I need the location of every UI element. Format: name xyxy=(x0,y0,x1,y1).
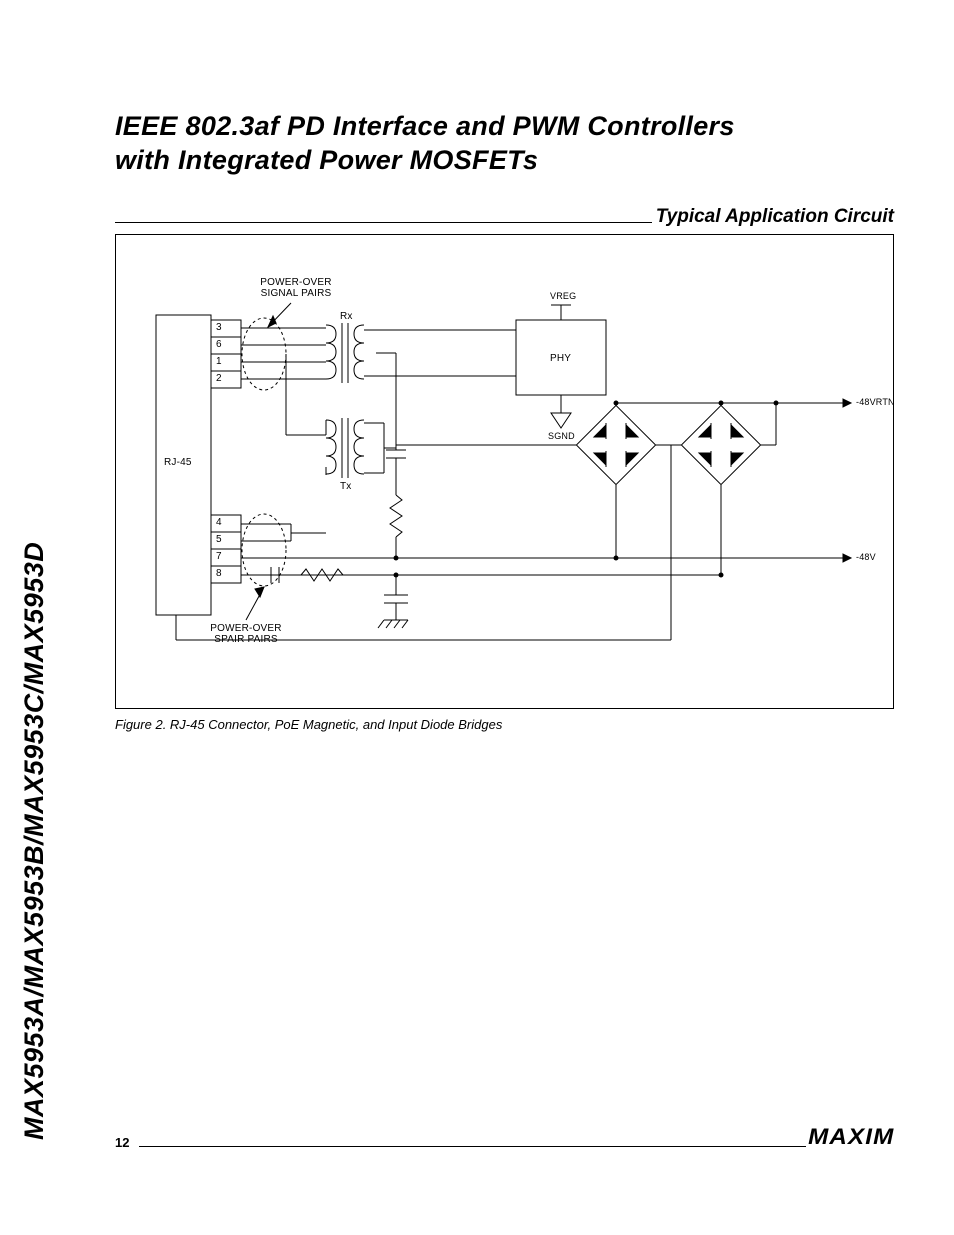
section-header-row: Typical Application Circuit xyxy=(115,206,894,228)
spare-pairs-l2: SPAIR PAIRS xyxy=(214,634,278,645)
pin-2: 2 xyxy=(216,373,222,384)
pin-1: 1 xyxy=(216,356,222,367)
rx-label: Rx xyxy=(340,311,353,322)
figure-schematic: RJ-45 3 6 1 2 4 5 7 8 POWER-OVER SIGNAL … xyxy=(115,234,894,709)
figure-caption: Figure 2. RJ-45 Connector, PoE Magnetic,… xyxy=(115,717,894,732)
rail-rtn-label: -48VRTN xyxy=(856,397,894,407)
pin-8: 8 xyxy=(216,568,222,579)
page-number: 12 xyxy=(115,1135,129,1150)
title-line-2: with Integrated Power MOSFETs xyxy=(115,145,538,175)
pin-5: 5 xyxy=(216,534,222,545)
page-footer: 12 MAXIM xyxy=(115,1124,894,1150)
title-line-1: IEEE 802.3af PD Interface and PWM Contro… xyxy=(115,111,735,141)
sgnd-label: SGND xyxy=(548,431,575,441)
pin-6: 6 xyxy=(216,339,222,350)
spare-pairs-l1: POWER-OVER xyxy=(210,623,281,634)
signal-pairs-l2: SIGNAL PAIRS xyxy=(261,288,332,299)
brand-logo: MAXIM xyxy=(808,1124,894,1150)
pin-4: 4 xyxy=(216,517,222,528)
signal-pairs-label: POWER-OVER SIGNAL PAIRS xyxy=(256,277,336,299)
section-header-rule xyxy=(115,222,652,223)
phy-label: PHY xyxy=(550,353,571,364)
spare-pairs-label: POWER-OVER SPAIR PAIRS xyxy=(206,623,286,645)
signal-pairs-l1: POWER-OVER xyxy=(260,277,331,288)
pin-3: 3 xyxy=(216,322,222,333)
part-numbers-side-label: MAX5953A/MAX5953B/MAX5953C/MAX5953D xyxy=(19,542,50,1140)
rj45-label: RJ-45 xyxy=(164,457,192,468)
rail-48v-label: -48V xyxy=(856,552,876,562)
pin-7: 7 xyxy=(216,551,222,562)
footer-rule xyxy=(139,1146,805,1147)
vreg-label: VREG xyxy=(550,291,576,301)
tx-label: Tx xyxy=(340,481,352,492)
section-heading: Typical Application Circuit xyxy=(656,206,894,228)
page-title: IEEE 802.3af PD Interface and PWM Contro… xyxy=(115,110,894,178)
